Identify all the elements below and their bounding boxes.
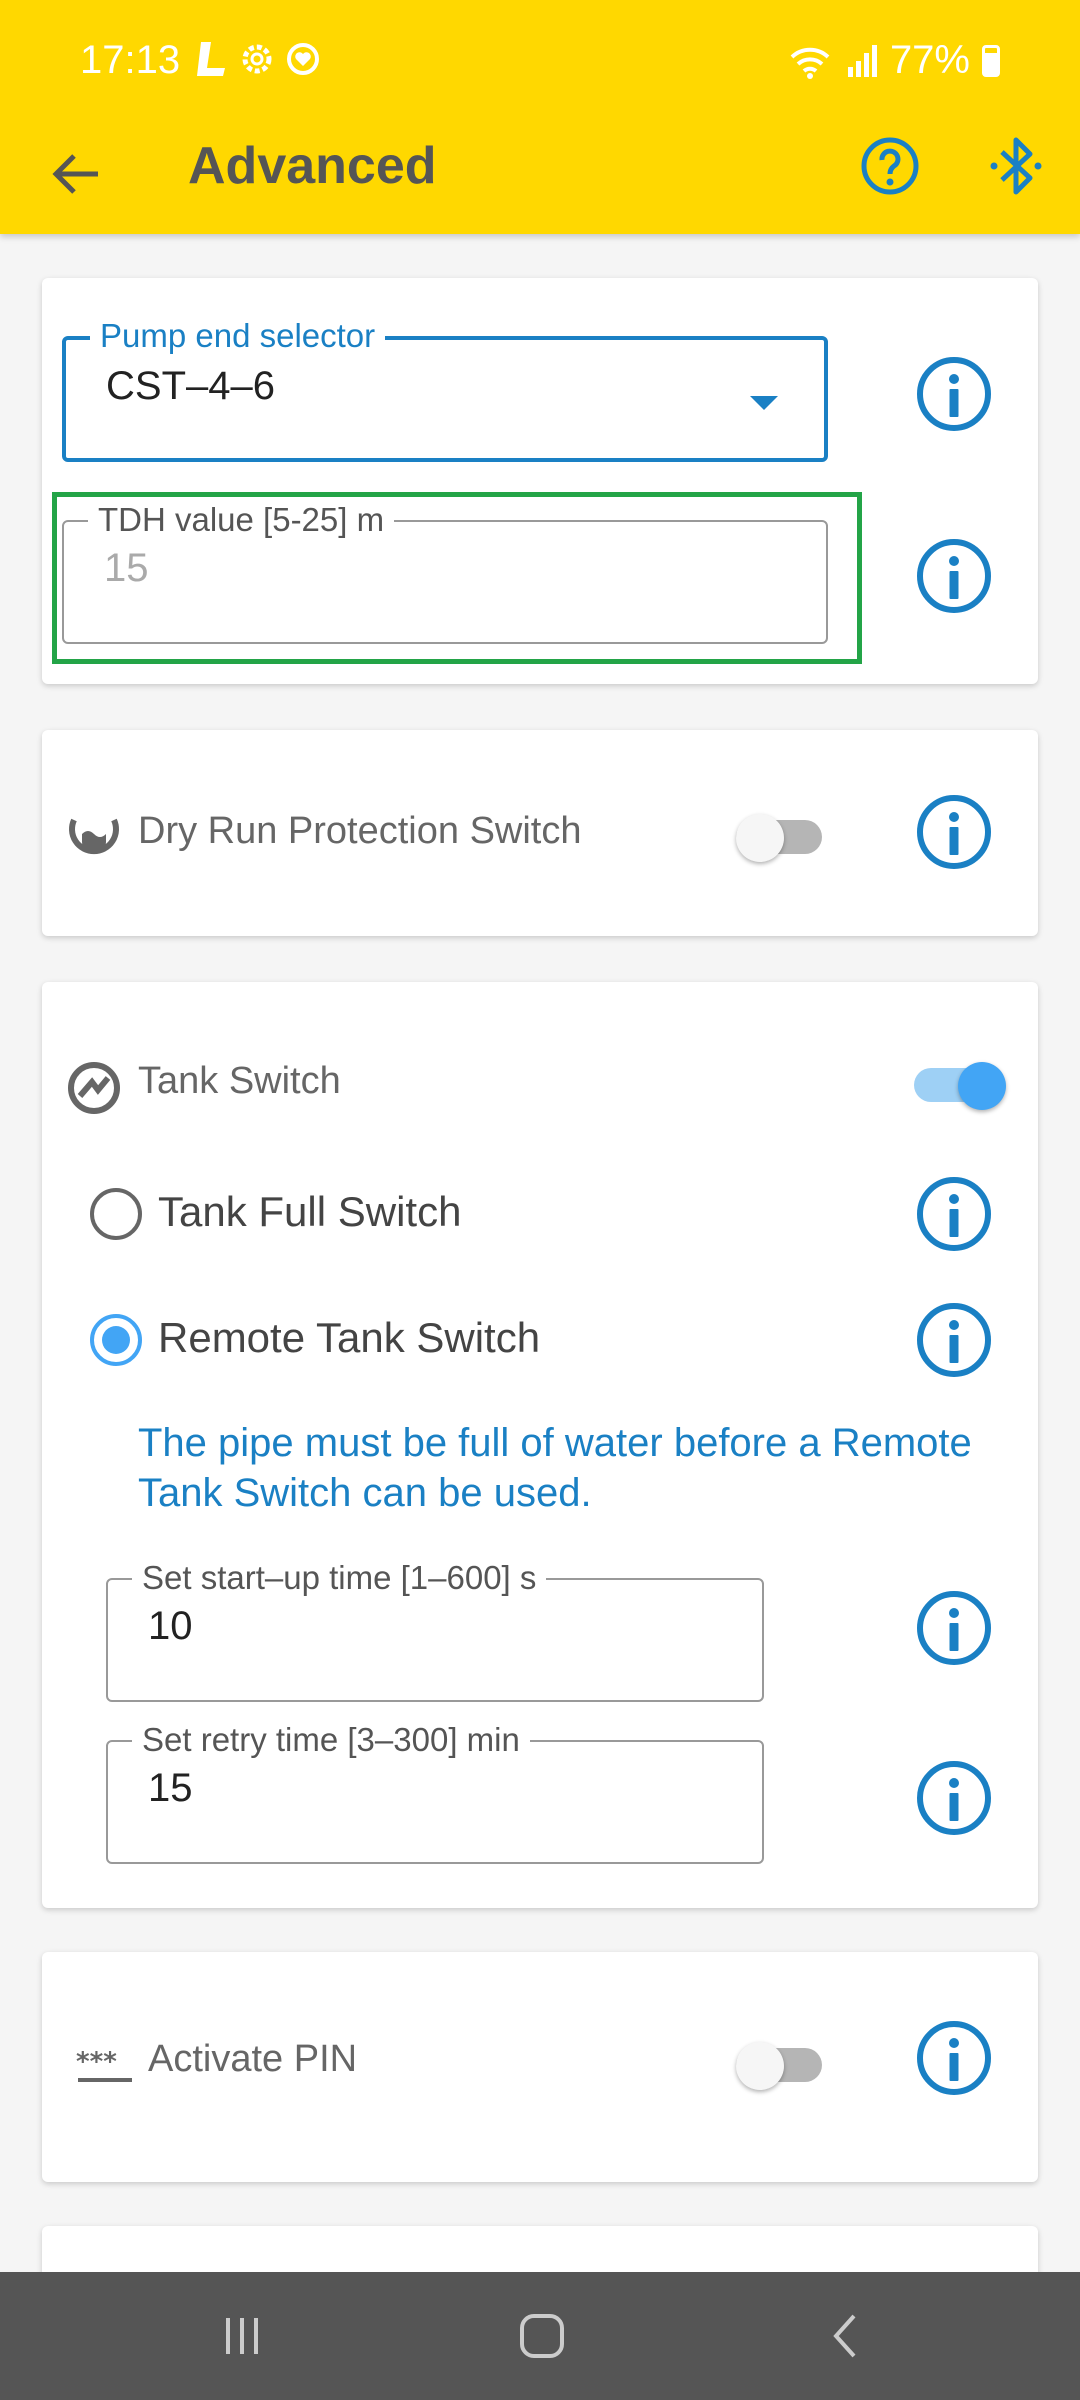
info-icon[interactable] (914, 792, 994, 872)
activate-pin-label: Activate PIN (148, 2038, 358, 2080)
home-icon[interactable] (516, 2310, 568, 2362)
app-bar: 17:13 77% Advanced (0, 0, 1080, 234)
toggle-thumb (958, 1062, 1006, 1110)
info-icon[interactable] (914, 354, 994, 434)
status-notification-icons (195, 40, 321, 78)
startup-time-input: 10 (148, 1604, 193, 1648)
pump-end-selector[interactable]: Pump end selector CST–4–6 (62, 316, 828, 462)
signal-icon (847, 44, 877, 77)
bluetooth-icon[interactable] (984, 132, 1048, 200)
dry-run-label: Dry Run Protection Switch (138, 810, 582, 852)
startup-time-field[interactable]: Set start–up time [1–600] s 10 (106, 1558, 764, 1702)
highlight-box (52, 492, 862, 664)
status-bar: 17:13 77% (0, 0, 1080, 120)
status-time: 17:13 (80, 38, 181, 82)
pump-end-selector-value: CST–4–6 (106, 364, 275, 408)
status-right: 77% (788, 38, 1000, 83)
toggle-thumb (736, 814, 784, 862)
radio-remote-tank[interactable] (90, 1314, 142, 1366)
retry-time-label: Set retry time [3–300] min (132, 1720, 530, 1760)
toolbar: Advanced (0, 120, 1080, 234)
gear-icon (242, 44, 272, 74)
battery-percent: 77% (889, 38, 970, 82)
back-arrow-icon[interactable] (44, 142, 108, 206)
password-icon: *** (76, 2048, 132, 2082)
activate-pin-toggle[interactable] (736, 2042, 822, 2090)
info-icon[interactable] (914, 2018, 994, 2098)
help-icon[interactable] (858, 134, 922, 198)
info-icon[interactable] (914, 1758, 994, 1838)
l-app-icon (197, 42, 225, 76)
info-icon[interactable] (914, 1588, 994, 1668)
toggle-thumb (736, 2042, 784, 2090)
info-icon[interactable] (914, 1174, 994, 1254)
dropdown-arrow-icon[interactable] (750, 396, 778, 410)
dry-run-card: Dry Run Protection Switch (42, 730, 1038, 936)
radio-tank-full-label[interactable]: Tank Full Switch (158, 1188, 461, 1236)
tank-switch-icon (68, 1062, 120, 1114)
system-nav-bar (0, 2272, 1080, 2400)
startup-time-label: Set start–up time [1–600] s (132, 1558, 547, 1598)
recent-apps-icon[interactable] (218, 2312, 266, 2360)
tank-switch-toggle[interactable] (914, 1062, 1006, 1110)
info-icon[interactable] (914, 536, 994, 616)
nav-back-icon[interactable] (822, 2312, 870, 2360)
page-title: Advanced (188, 137, 437, 195)
svg-text:***: *** (76, 2048, 117, 2077)
tank-switch-label: Tank Switch (138, 1060, 341, 1102)
retry-time-input: 15 (148, 1766, 193, 1810)
tank-switch-card: Tank Switch Tank Full Switch Remote Tank… (42, 982, 1038, 1908)
heart-badge-icon (287, 43, 319, 75)
dry-run-toggle[interactable] (736, 814, 822, 862)
battery-icon (982, 44, 1000, 77)
pump-end-selector-label: Pump end selector (90, 316, 386, 356)
retry-time-field[interactable]: Set retry time [3–300] min 15 (106, 1720, 764, 1864)
dry-run-icon (69, 818, 119, 855)
remote-tank-note: The pipe must be full of water before a … (138, 1421, 972, 1515)
pin-card: *** Activate PIN (42, 1952, 1038, 2182)
info-icon[interactable] (914, 1300, 994, 1380)
radio-tank-full[interactable] (90, 1188, 142, 1240)
wifi-icon (790, 47, 830, 79)
radio-remote-tank-label[interactable]: Remote Tank Switch (158, 1314, 540, 1362)
